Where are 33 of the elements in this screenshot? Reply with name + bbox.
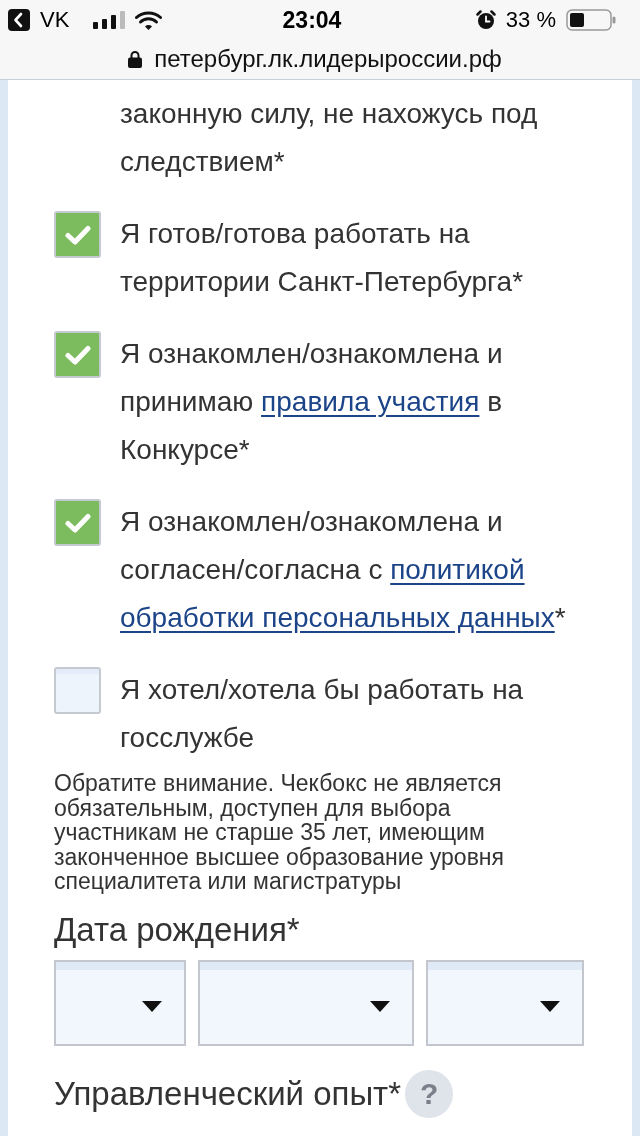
caret-icon	[370, 1001, 390, 1012]
back-app-label[interactable]: VK	[40, 7, 70, 33]
field-label: Дата рождения*	[54, 909, 301, 950]
signal-icon	[93, 11, 126, 29]
clock-time: 23:04	[282, 7, 342, 33]
check-icon	[64, 512, 91, 533]
wifi-icon	[135, 10, 163, 30]
caret-icon	[540, 1001, 560, 1012]
lock-icon	[128, 49, 143, 68]
checkbox[interactable]	[54, 667, 101, 714]
dropdown-select[interactable]	[426, 959, 584, 1046]
alarm-clock-icon	[475, 10, 496, 30]
battery-percentage: 33 %	[505, 7, 556, 33]
dropdown-select[interactable]	[198, 959, 414, 1046]
consent-text: Я ознакомлен/ознакомлена и принимаю правила участия в Конкурсе*	[120, 337, 504, 467]
consent-text: Я готов/готова работать на территории Санкт-Петербурга*	[120, 217, 525, 299]
back-icon[interactable]	[8, 9, 30, 31]
checkbox[interactable]	[54, 211, 101, 258]
text-link[interactable]: политикой	[390, 554, 525, 585]
caret-icon	[142, 1001, 162, 1012]
field-label: Управленческий опыт*	[54, 1073, 402, 1114]
note-text: Обратите внимание. Чекбокс не является обязательным, доступен для выбора участникам не старше 35 лет, имеющим законченное высшее образование уровня специалитета или магистратуры	[54, 771, 506, 894]
battery-icon	[566, 9, 616, 31]
text-link[interactable]: обработки персональных данных	[120, 602, 555, 633]
check-icon	[64, 344, 91, 365]
check-icon	[64, 224, 91, 245]
text-link[interactable]: правила участия	[261, 386, 480, 417]
checkbox[interactable]	[54, 331, 101, 378]
consent-text: Я хотел/хотела бы работать на госслужбе	[120, 673, 525, 755]
consent-text: законную силу, не нахожусь под следствием*	[120, 97, 539, 179]
dropdown-select[interactable]	[54, 959, 186, 1046]
consent-text: Я ознакомлен/ознакомлена и согласен/согласна с политикой обработки персональных данных*	[120, 505, 567, 635]
checkbox[interactable]	[54, 499, 101, 546]
